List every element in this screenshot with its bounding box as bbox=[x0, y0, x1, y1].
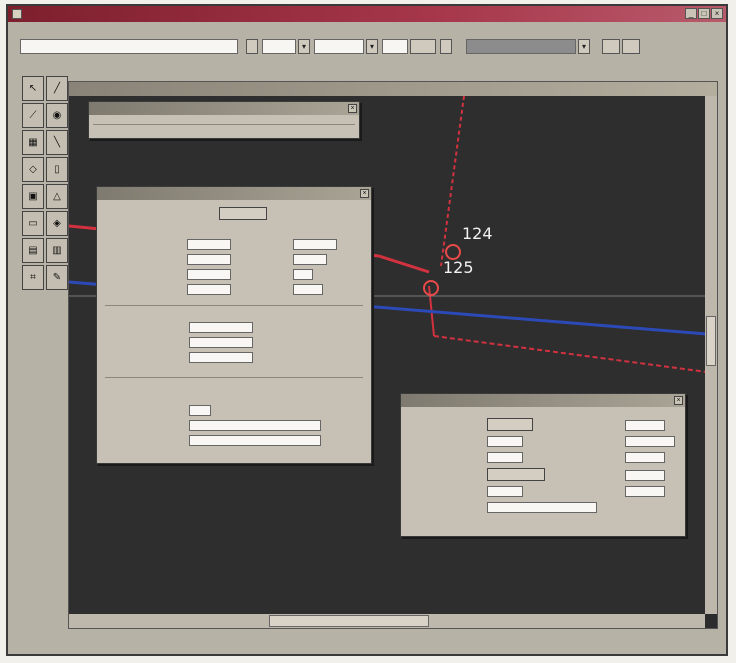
attribute-field[interactable] bbox=[189, 352, 253, 363]
attribute-field[interactable] bbox=[487, 436, 523, 447]
attribute-field[interactable] bbox=[625, 436, 675, 447]
node-attribute-dialog: × bbox=[400, 393, 686, 537]
attribute-field[interactable] bbox=[625, 470, 665, 481]
pan-tool-icon[interactable]: ╲ bbox=[46, 130, 68, 155]
palette-menu-rule bbox=[93, 124, 355, 125]
app-window: _ □ × ▾ ▾ ▾ ↖ ╱ ⟋ ◉ ▦ ╲ ◇ ▯ ▣ △ ▭ ◈ ▤ ▥ … bbox=[6, 4, 728, 656]
arrow-tool-icon[interactable]: ↖ bbox=[22, 76, 44, 101]
status-bar bbox=[8, 638, 726, 654]
menu-bar bbox=[8, 22, 726, 36]
pipe-segment[interactable] bbox=[378, 254, 430, 274]
node-125[interactable] bbox=[423, 280, 439, 296]
close-icon[interactable]: × bbox=[674, 396, 683, 405]
toolbar: ▾ ▾ ▾ bbox=[8, 36, 726, 58]
maximize-button[interactable]: □ bbox=[698, 8, 710, 19]
minimize-button[interactable]: _ bbox=[685, 8, 697, 19]
node-124[interactable] bbox=[445, 244, 461, 260]
fill-tool-icon[interactable]: ▤ bbox=[22, 238, 44, 263]
dialog-button[interactable] bbox=[219, 207, 267, 220]
attribute-field[interactable] bbox=[625, 486, 665, 497]
measure-tool-icon[interactable]: △ bbox=[46, 184, 68, 209]
attribute-field[interactable] bbox=[625, 452, 665, 463]
zoom-tool-icon[interactable]: ▦ bbox=[22, 130, 44, 155]
close-icon[interactable]: × bbox=[348, 104, 357, 113]
zoom-button[interactable] bbox=[602, 39, 620, 54]
toolbar-button[interactable] bbox=[440, 39, 452, 54]
attribute-field[interactable] bbox=[293, 254, 327, 265]
chevron-down-icon[interactable]: ▾ bbox=[366, 39, 378, 54]
attribute-field[interactable] bbox=[187, 284, 231, 295]
vertical-scrollbar[interactable] bbox=[705, 96, 717, 614]
attribute-field[interactable] bbox=[189, 405, 211, 416]
attribute-field[interactable] bbox=[189, 420, 321, 431]
attribute-field[interactable] bbox=[189, 337, 253, 348]
scroll-thumb[interactable] bbox=[706, 316, 716, 366]
attribute-field[interactable] bbox=[187, 239, 231, 250]
select-tool-icon[interactable]: ▣ bbox=[22, 184, 44, 209]
shape-tool-icon[interactable]: ◇ bbox=[22, 157, 44, 182]
view-select[interactable] bbox=[466, 39, 576, 54]
palette-window: × bbox=[88, 101, 360, 139]
node-label: 125 bbox=[443, 258, 474, 277]
attribute-field[interactable] bbox=[487, 452, 523, 463]
attribute-field[interactable] bbox=[187, 269, 231, 280]
app-icon bbox=[12, 9, 22, 19]
attribute-field[interactable] bbox=[293, 284, 323, 295]
section-divider bbox=[105, 305, 363, 306]
attribute-field[interactable] bbox=[189, 322, 253, 333]
attribute-field[interactable] bbox=[487, 486, 523, 497]
toolbar-button[interactable] bbox=[246, 39, 258, 54]
attribute-field[interactable] bbox=[625, 420, 665, 431]
command-input[interactable] bbox=[20, 39, 238, 54]
linetype-select[interactable] bbox=[314, 39, 364, 54]
node-label: 124 bbox=[462, 224, 493, 243]
edit-tool-icon[interactable]: ✎ bbox=[46, 265, 68, 290]
attribute-field[interactable] bbox=[487, 502, 597, 513]
label-tool-icon[interactable]: ◈ bbox=[46, 211, 68, 236]
close-icon[interactable]: × bbox=[360, 189, 369, 198]
link-tool-icon[interactable]: ⌗ bbox=[22, 265, 44, 290]
chevron-down-icon[interactable]: ▾ bbox=[298, 39, 310, 54]
lineweight-select[interactable] bbox=[382, 39, 408, 54]
pipe-tool-icon[interactable]: ⟋ bbox=[22, 103, 44, 128]
dialog-button[interactable] bbox=[487, 468, 545, 481]
chevron-down-icon[interactable]: ▾ bbox=[578, 39, 590, 54]
line-tool-icon[interactable]: ╱ bbox=[46, 76, 68, 101]
section-divider bbox=[105, 377, 363, 378]
attribute-field[interactable] bbox=[293, 269, 313, 280]
tool-palette: ↖ ╱ ⟋ ◉ ▦ ╲ ◇ ▯ ▣ △ ▭ ◈ ▤ ▥ ⌗ ✎ bbox=[22, 76, 68, 290]
layer-select[interactable] bbox=[262, 39, 296, 54]
text-tool-icon[interactable]: ▯ bbox=[46, 157, 68, 182]
attribute-field[interactable] bbox=[189, 435, 321, 446]
app-title-bar: _ □ × bbox=[8, 6, 726, 22]
pipe-segment[interactable] bbox=[433, 335, 705, 373]
attribute-field[interactable] bbox=[187, 254, 231, 265]
node-tool-icon[interactable]: ◉ bbox=[46, 103, 68, 128]
properties-button[interactable] bbox=[410, 39, 436, 54]
drawing-title-bar bbox=[69, 82, 717, 96]
help-button[interactable] bbox=[622, 39, 640, 54]
dialog-button[interactable] bbox=[487, 418, 533, 431]
grid-tool-icon[interactable]: ▥ bbox=[46, 238, 68, 263]
palette-title bbox=[89, 102, 359, 115]
attribute-dialog-title bbox=[97, 187, 371, 200]
node-dialog-title bbox=[401, 394, 685, 407]
rect-tool-icon[interactable]: ▭ bbox=[22, 211, 44, 236]
attribute-field[interactable] bbox=[293, 239, 337, 250]
pipe-segment[interactable] bbox=[440, 96, 465, 267]
attribute-dialog: × bbox=[96, 186, 372, 464]
horizontal-scrollbar[interactable] bbox=[69, 614, 705, 628]
scroll-thumb[interactable] bbox=[269, 615, 429, 627]
close-button[interactable]: × bbox=[711, 8, 723, 19]
